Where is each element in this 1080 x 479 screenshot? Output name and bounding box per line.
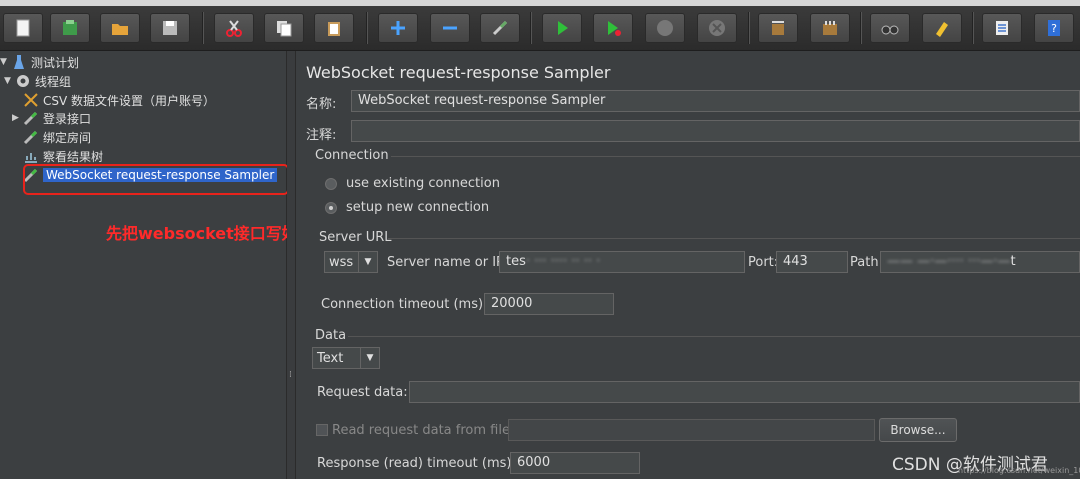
flask-icon [10,54,28,70]
chevron-down-icon: ▼ [360,348,379,368]
redacted-text: —— —·—···· ···—·— [887,254,1011,269]
connection-timeout-field[interactable]: 20000 [484,293,614,315]
server-name-label: Server name or IP: [387,255,509,270]
request-data-field[interactable] [409,381,1080,403]
path-field[interactable]: —— —·—···· ···—·—t [880,251,1080,273]
read-from-file-checkbox[interactable] [316,424,328,436]
use-existing-connection-radio[interactable] [325,178,337,190]
data-heading: Data [315,328,347,343]
new-icon[interactable] [3,13,43,43]
csdn-watermark-url: https://blog.csdn.net/weixin_10013191 [958,466,1080,475]
sampler-pen-icon [22,110,40,126]
name-field[interactable]: WebSocket request-response Sampler [351,90,1080,112]
tree-item-login[interactable]: ▶ 登录接口 [12,109,91,127]
path-label: Path: [850,255,883,270]
expand-arrow-icon[interactable]: ▼ [4,76,14,86]
tree-item-test-plan[interactable]: ▼ 测试计划 [0,53,79,71]
chart-icon [22,148,40,164]
panel-splitter[interactable] [287,51,296,479]
response-timeout-label: Response (read) timeout (ms): [317,456,516,471]
file-path-field[interactable] [508,419,875,441]
annotation-text: 先把websocket接口写好 [106,224,298,243]
save-icon[interactable] [150,13,190,43]
reset-search-icon[interactable] [922,13,962,43]
port-field[interactable]: 443 [776,251,848,273]
request-data-label: Request data: [317,385,408,400]
shutdown-icon[interactable] [697,13,737,43]
read-from-file-label: Read request data from file: [332,423,515,438]
start-icon[interactable] [542,13,582,43]
test-tree-panel: ▼ 测试计划 ▼ 线程组 CSV 数据文件设置（用户账号） ▶ 登录接口 绑定房… [0,51,287,479]
connection-divider [391,156,1080,157]
tree-item-bind-room[interactable]: 绑定房间 [22,128,91,146]
port-label: Port: [748,255,779,270]
page-title: WebSocket request-response Sampler [306,63,611,82]
sampler-pen-icon [22,129,40,145]
server-url-divider [388,238,1080,239]
clear-all-icon[interactable] [810,13,850,43]
expand-icon[interactable] [378,13,418,43]
svg-text:?: ? [1051,22,1057,35]
collapse-icon[interactable] [430,13,470,43]
templates-icon[interactable] [50,13,90,43]
connection-heading: Connection [315,148,389,163]
name-label: 名称: [306,97,337,112]
tree-item-results-tree[interactable]: 察看结果树 [22,147,103,165]
tools-icon [22,92,40,108]
toolbar: ? [0,6,1080,51]
comment-field[interactable] [351,120,1080,142]
tree-item-csv-config[interactable]: CSV 数据文件设置（用户账号） [22,91,215,109]
protocol-select[interactable]: wss ▼ [324,251,378,273]
stop-icon[interactable] [645,13,685,43]
help-icon[interactable]: ? [1034,13,1074,43]
copy-icon[interactable] [264,13,304,43]
chevron-down-icon: ▼ [358,252,377,272]
connection-timeout-label: Connection timeout (ms): [321,297,488,312]
search-icon[interactable] [870,13,910,43]
paste-icon[interactable] [314,13,354,43]
sampler-editor: WebSocket request-response Sampler 名称: W… [296,51,1080,479]
start-no-timers-icon[interactable] [593,13,633,43]
gear-icon [14,73,32,89]
splitter-grip-icon[interactable]: ⁞ [289,370,292,380]
highlight-annotation-box [23,164,289,195]
tree-item-thread-group[interactable]: ▼ 线程组 [4,72,71,90]
data-type-select[interactable]: Text ▼ [312,347,380,369]
function-helper-icon[interactable] [982,13,1022,43]
toggle-icon[interactable] [480,13,520,43]
data-divider [348,336,1080,337]
setup-new-connection-radio[interactable] [325,202,337,214]
comment-label: 注释: [306,128,337,143]
server-url-heading: Server URL [319,230,392,245]
browse-button[interactable]: Browse... [879,418,957,442]
open-icon[interactable] [100,13,140,43]
clear-icon[interactable] [758,13,798,43]
server-name-field[interactable]: tes· ··· ···· ·· ·· · [499,251,745,273]
cut-icon[interactable] [214,13,254,43]
expand-arrow-icon[interactable]: ▼ [0,57,10,67]
redacted-text: · ··· ···· ·· ·· · [525,254,601,269]
collapsed-arrow-icon[interactable]: ▶ [12,113,22,123]
setup-new-connection-label[interactable]: setup new connection [346,200,489,215]
use-existing-connection-label[interactable]: use existing connection [346,176,500,191]
response-timeout-field[interactable]: 6000 [510,452,640,474]
